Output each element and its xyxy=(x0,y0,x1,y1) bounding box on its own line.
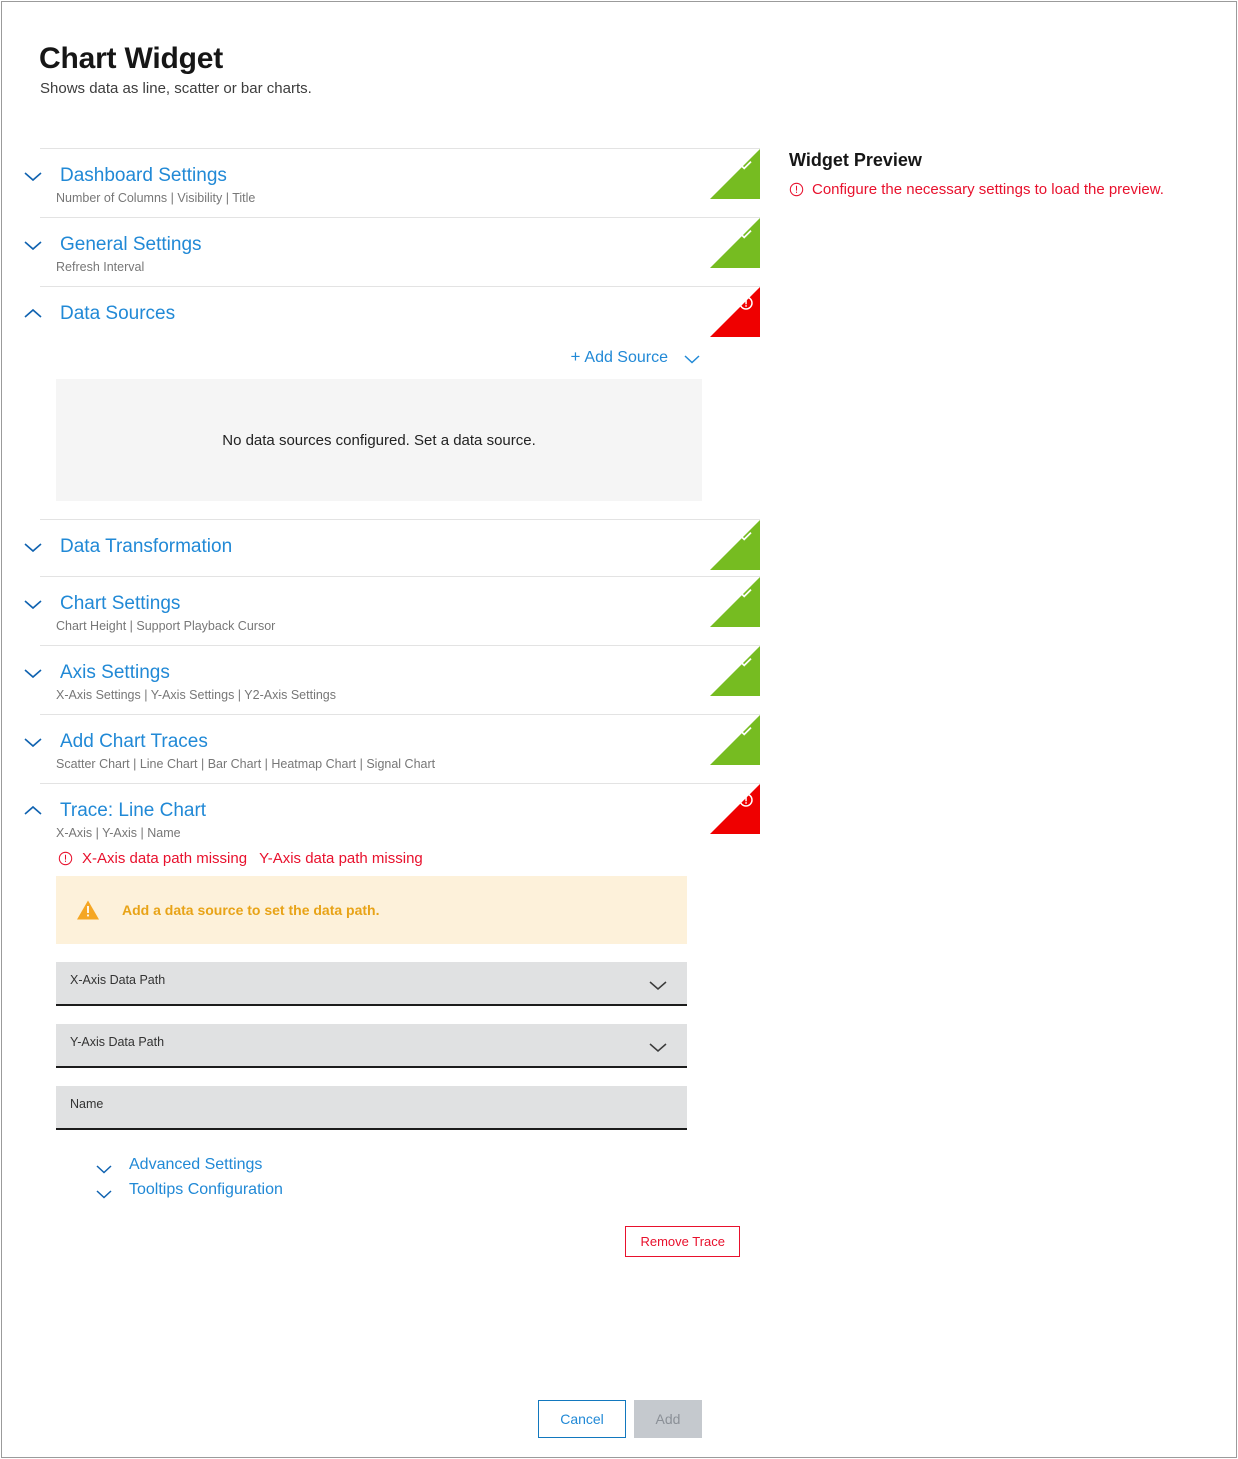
status-badge-valid xyxy=(710,577,760,627)
tooltips-configuration-link[interactable]: Tooltips Configuration xyxy=(129,1181,283,1199)
check-icon xyxy=(738,157,754,173)
field-label: Name xyxy=(70,1097,104,1111)
section-title: Axis Settings xyxy=(60,662,170,683)
chevron-down-icon[interactable] xyxy=(22,597,44,611)
section-trace-line-chart: Trace: Line Chart X-Axis | Y-Axis | Name xyxy=(24,783,760,1283)
section-header-data-transformation[interactable]: Data Transformation xyxy=(24,520,760,576)
section-header-general-settings[interactable]: General Settings Refresh Interval xyxy=(24,218,760,286)
check-icon xyxy=(738,585,754,601)
chevron-down-icon[interactable] xyxy=(22,238,44,252)
field-label: Y-Axis Data Path xyxy=(70,1035,165,1049)
widget-config-dialog: Chart Widget Shows data as line, scatter… xyxy=(1,1,1237,1458)
section-title: Add Chart Traces xyxy=(60,731,208,752)
check-icon xyxy=(738,723,754,739)
chevron-up-icon[interactable] xyxy=(22,804,44,818)
section-title: Chart Settings xyxy=(60,593,181,614)
add-source-button[interactable]: + Add Source xyxy=(570,347,668,367)
tooltips-configuration-row: Tooltips Configuration xyxy=(56,1181,760,1206)
section-general-settings: General Settings Refresh Interval xyxy=(24,217,760,286)
check-icon xyxy=(738,226,754,242)
cancel-button[interactable]: Cancel xyxy=(538,1400,626,1438)
chevron-up-icon[interactable] xyxy=(22,307,44,321)
add-button[interactable]: Add xyxy=(634,1400,702,1438)
status-badge-error xyxy=(710,287,760,337)
section-subtitle: Number of Columns | Visibility | Title xyxy=(56,191,256,205)
widget-preview-title: Widget Preview xyxy=(789,150,922,170)
dialog-footer: Cancel Add xyxy=(2,1400,1236,1438)
section-subtitle: X-Axis | Y-Axis | Name xyxy=(56,826,181,840)
alert-circle-icon xyxy=(789,182,804,197)
chevron-down-icon[interactable] xyxy=(682,352,702,364)
field-name[interactable]: Name xyxy=(56,1086,687,1130)
data-sources-empty-panel: No data sources configured. Set a data s… xyxy=(56,379,702,501)
chevron-down-icon[interactable] xyxy=(647,979,669,992)
section-title: Data Transformation xyxy=(60,536,233,557)
section-dashboard-settings: Dashboard Settings Number of Columns | V… xyxy=(24,148,760,217)
chevron-down-icon[interactable] xyxy=(94,1187,114,1199)
section-header-chart-settings[interactable]: Chart Settings Chart Height | Support Pl… xyxy=(24,577,760,645)
remove-trace-button[interactable]: Remove Trace xyxy=(625,1226,740,1257)
section-subtitle: Refresh Interval xyxy=(56,260,145,274)
section-axis-settings: Axis Settings X-Axis Settings | Y-Axis S… xyxy=(24,645,760,714)
add-source-label: Add Source xyxy=(584,349,668,366)
widget-preview-panel: Widget Preview Configure the necessary s… xyxy=(789,150,1229,198)
section-chart-settings: Chart Settings Chart Height | Support Pl… xyxy=(24,576,760,645)
status-badge-error xyxy=(710,784,760,834)
section-header-trace-line-chart[interactable]: Trace: Line Chart X-Axis | Y-Axis | Name xyxy=(24,784,760,852)
check-icon xyxy=(738,528,754,544)
section-subtitle: Chart Height | Support Playback Cursor xyxy=(56,619,276,633)
settings-accordion: Dashboard Settings Number of Columns | V… xyxy=(24,148,760,1283)
chevron-down-icon[interactable] xyxy=(647,1041,669,1054)
status-badge-valid xyxy=(710,149,760,199)
section-data-sources: Data Sources + Add Source No data source… xyxy=(24,286,760,519)
chevron-down-icon[interactable] xyxy=(94,1162,114,1174)
status-badge-valid xyxy=(710,715,760,765)
chevron-down-icon[interactable] xyxy=(22,666,44,680)
section-header-data-sources[interactable]: Data Sources xyxy=(24,287,760,343)
page-title: Chart Widget xyxy=(39,42,223,76)
section-add-chart-traces: Add Chart Traces Scatter Chart | Line Ch… xyxy=(24,714,760,783)
status-badge-valid xyxy=(710,646,760,696)
status-badge-valid xyxy=(710,520,760,570)
section-header-dashboard-settings[interactable]: Dashboard Settings Number of Columns | V… xyxy=(24,149,760,217)
preview-message-text: Configure the necessary settings to load… xyxy=(812,181,1164,198)
field-label: X-Axis Data Path xyxy=(70,973,166,987)
error-exclamation-icon xyxy=(738,792,754,808)
check-icon xyxy=(738,654,754,670)
section-title: Dashboard Settings xyxy=(60,165,227,186)
alert-circle-icon xyxy=(58,851,73,866)
chevron-down-icon[interactable] xyxy=(22,735,44,749)
trace-body: X-Axis data path missing Y-Axis data pat… xyxy=(40,850,760,1283)
plus-icon: + xyxy=(570,347,581,366)
page-subtitle: Shows data as line, scatter or bar chart… xyxy=(40,80,312,97)
trace-validation-errors: X-Axis data path missing Y-Axis data pat… xyxy=(58,850,760,867)
error-message-x-axis: X-Axis data path missing xyxy=(82,850,248,867)
section-title: Trace: Line Chart xyxy=(60,800,207,821)
section-header-add-chart-traces[interactable]: Add Chart Traces Scatter Chart | Line Ch… xyxy=(24,715,760,783)
widget-preview-message: Configure the necessary settings to load… xyxy=(789,181,1229,198)
advanced-settings-row: Advanced Settings xyxy=(56,1156,760,1181)
warning-text: Add a data source to set the data path. xyxy=(122,902,380,918)
section-title: General Settings xyxy=(60,234,202,255)
warning-banner: Add a data source to set the data path. xyxy=(56,876,687,944)
section-header-axis-settings[interactable]: Axis Settings X-Axis Settings | Y-Axis S… xyxy=(24,646,760,714)
section-subtitle: Scatter Chart | Line Chart | Bar Chart |… xyxy=(56,757,436,771)
field-x-axis-data-path[interactable]: X-Axis Data Path xyxy=(56,962,687,1006)
add-source-row: + Add Source xyxy=(56,343,702,379)
empty-message: No data sources configured. Set a data s… xyxy=(222,431,536,449)
section-title: Data Sources xyxy=(60,303,176,324)
warning-triangle-icon xyxy=(76,899,100,921)
chevron-down-icon[interactable] xyxy=(22,540,44,554)
data-sources-body: + Add Source No data sources configured. … xyxy=(40,343,760,519)
error-message-y-axis: Y-Axis data path missing xyxy=(259,850,423,867)
advanced-settings-link[interactable]: Advanced Settings xyxy=(129,1156,262,1174)
error-exclamation-icon xyxy=(738,295,754,311)
chevron-down-icon[interactable] xyxy=(22,169,44,183)
status-badge-valid xyxy=(710,218,760,268)
section-data-transformation: Data Transformation xyxy=(24,519,760,576)
remove-trace-row: Remove Trace xyxy=(56,1226,740,1257)
section-subtitle: X-Axis Settings | Y-Axis Settings | Y2-A… xyxy=(56,688,336,702)
field-y-axis-data-path[interactable]: Y-Axis Data Path xyxy=(56,1024,687,1068)
